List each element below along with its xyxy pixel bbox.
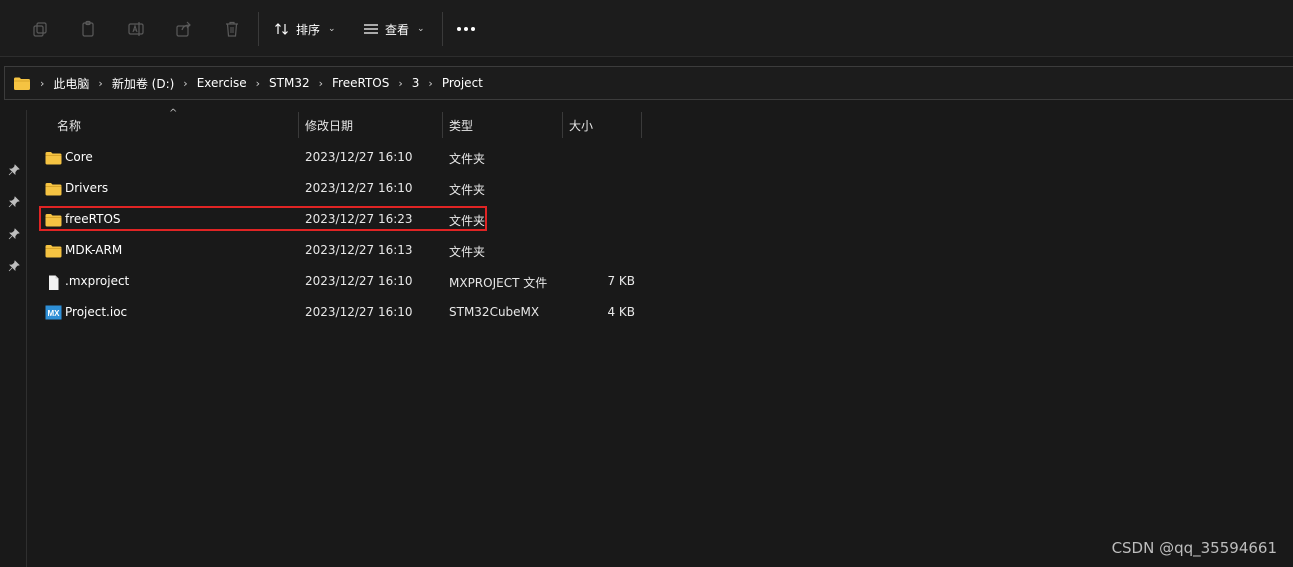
breadcrumb-drive-d[interactable]: 新加卷 (D:) [112,75,174,92]
breadcrumb-exercise[interactable]: Exercise [197,76,247,90]
rename-icon [128,22,144,36]
file-row[interactable]: MX Project.ioc 2023/12/27 16:10 STM32Cub… [40,298,640,329]
folder-icon [45,152,62,165]
file-type: 文件夹 [449,183,486,197]
file-modified: 2023/12/27 16:10 [305,274,413,288]
pin-icon[interactable] [8,196,20,208]
column-separator[interactable] [298,112,299,138]
file-modified: 2023/12/27 16:13 [305,243,413,257]
column-header-size[interactable]: 大小 [569,112,593,138]
more-icon [457,27,461,31]
chevron-right-icon[interactable]: › [98,77,102,90]
sort-label: 排序 [296,22,321,37]
folder-icon [14,77,30,90]
column-header-type[interactable]: 类型 [449,112,473,138]
navigation-pane [0,110,27,567]
file-size: 7 KB [607,274,635,288]
file-name: Project.ioc [65,305,128,319]
view-icon [364,24,378,34]
share-button[interactable] [168,14,200,44]
breadcrumb-this-pc[interactable]: 此电脑 [53,75,89,92]
chevron-right-icon[interactable]: › [256,77,260,90]
paste-icon [82,20,94,37]
mx-file-icon: MX [45,305,62,320]
file-type: 文件夹 [449,152,486,166]
pin-icon[interactable] [8,260,20,272]
breadcrumb-freertos[interactable]: FreeRTOS [332,76,389,90]
chevron-down-icon: ⌄ [417,24,425,34]
delete-button[interactable] [216,14,248,44]
column-separator[interactable] [641,112,642,138]
file-modified: 2023/12/27 16:10 [305,150,413,164]
file-name: Core [65,150,93,164]
pin-icon[interactable] [8,228,20,240]
toolbar-separator [258,12,259,46]
more-options-button[interactable] [452,18,480,40]
breadcrumb-project[interactable]: Project [442,76,483,90]
breadcrumb-stm32[interactable]: STM32 [269,76,310,90]
file-type: 文件夹 [449,245,486,259]
highlight-box [39,206,487,231]
copy-button[interactable] [24,14,56,44]
breadcrumb-3[interactable]: 3 [412,76,420,90]
share-icon [176,21,191,37]
column-separator[interactable] [442,112,443,138]
chevron-right-icon[interactable]: › [40,77,44,90]
copy-icon [33,22,47,37]
sort-button[interactable]: 排序 ⌄ [274,14,336,44]
view-button[interactable]: 查看 ⌄ [363,14,425,44]
chevron-right-icon[interactable]: › [319,77,323,90]
sort-icon [275,23,288,35]
file-modified: 2023/12/27 16:10 [305,305,413,319]
column-header-modified[interactable]: 修改日期 [305,112,353,138]
chevron-right-icon[interactable]: › [398,77,402,90]
file-row[interactable]: Core 2023/12/27 16:10 文件夹 [40,143,640,174]
file-row[interactable]: .mxproject 2023/12/27 16:10 MXPROJECT 文件… [40,267,640,298]
command-toolbar: 排序 ⌄ 查看 ⌄ [0,0,1293,57]
file-name: .mxproject [65,274,130,288]
column-header-name[interactable]: 名称 [57,112,81,138]
file-icon [49,275,59,290]
rename-button[interactable] [120,14,152,44]
file-row[interactable]: MDK-ARM 2023/12/27 16:13 文件夹 [40,236,640,267]
folder-icon [45,245,62,258]
chevron-down-icon: ⌄ [328,24,336,34]
folder-icon [45,183,62,196]
chevron-right-icon[interactable]: › [428,77,432,90]
address-bar[interactable]: › 此电脑 › 新加卷 (D:) › Exercise › STM32 › Fr… [4,66,1293,100]
toolbar-separator [442,12,443,46]
view-label: 查看 [385,22,410,37]
sort-ascending-icon: ^ [169,108,178,119]
paste-button[interactable] [72,14,104,44]
chevron-right-icon[interactable]: › [183,77,187,90]
file-modified: 2023/12/27 16:10 [305,181,413,195]
file-type: MXPROJECT 文件 [449,276,548,290]
pin-icon[interactable] [8,164,20,176]
file-name: Drivers [65,181,109,195]
column-separator[interactable] [562,112,563,138]
watermark: CSDN @qq_35594661 [1111,539,1277,557]
file-size: 4 KB [607,305,635,319]
file-name: MDK-ARM [65,243,123,257]
delete-icon [226,21,238,37]
file-type: STM32CubeMX [449,305,540,319]
file-row[interactable]: Drivers 2023/12/27 16:10 文件夹 [40,174,640,205]
mx-icon-text: MX [48,309,61,318]
